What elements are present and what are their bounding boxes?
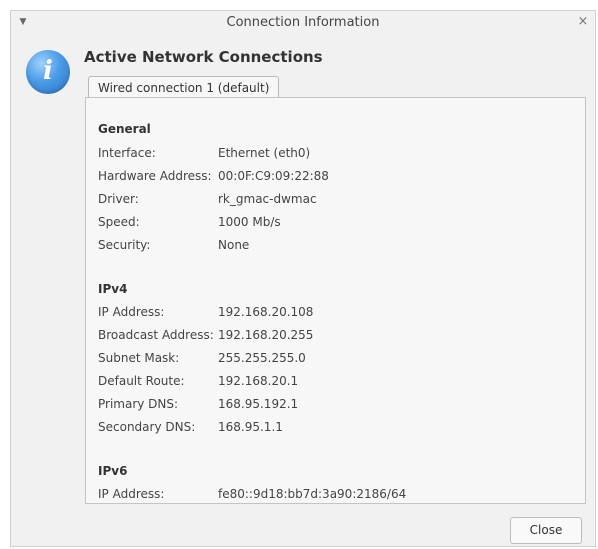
page-title: Active Network Connections: [84, 48, 323, 66]
row-label-subnet-mask: Subnet Mask:: [98, 351, 180, 365]
row-value-speed: 1000 Mb/s: [218, 215, 281, 229]
title-bar[interactable]: ▼ Connection Information ×: [11, 11, 595, 35]
connection-details-panel: General Interface: Ethernet (eth0) Hardw…: [85, 97, 586, 504]
row-value-driver: rk_gmac-dwmac: [218, 192, 317, 206]
row-value-secondary-dns: 168.95.1.1: [218, 420, 283, 434]
row-value-default-route: 192.168.20.1: [218, 374, 299, 388]
row-value-subnet-mask: 255.255.255.0: [218, 351, 306, 365]
window-title: Connection Information: [226, 15, 380, 30]
row-value-primary-dns: 168.95.192.1: [218, 397, 299, 411]
row-label-default-route: Default Route:: [98, 374, 185, 388]
section-title-ipv4: IPv4: [98, 282, 128, 296]
row-label-speed: Speed:: [98, 215, 140, 229]
row-label-primary-dns: Primary DNS:: [98, 397, 179, 411]
row-label-driver: Driver:: [98, 192, 139, 206]
row-label-ipv6-address: IP Address:: [98, 487, 165, 501]
row-label-broadcast-address: Broadcast Address:: [98, 328, 214, 342]
info-icon: i: [26, 50, 70, 94]
row-value-interface: Ethernet (eth0): [218, 146, 311, 160]
tab-wired-connection[interactable]: Wired connection 1 (default): [88, 76, 280, 98]
row-value-hardware-address: 00:0F:C9:09:22:88: [218, 169, 329, 183]
section-title-ipv6: IPv6: [98, 464, 128, 478]
row-label-secondary-dns: Secondary DNS:: [98, 420, 196, 434]
section-title-general: General: [98, 122, 151, 136]
row-value-ipv6-address: fe80::9d18:bb7d:3a90:2186/64: [218, 487, 407, 501]
close-icon[interactable]: ×: [575, 14, 591, 30]
row-value-security: None: [218, 238, 250, 252]
row-label-security: Security:: [98, 238, 151, 252]
row-value-broadcast-address: 192.168.20.255: [218, 328, 314, 342]
row-value-ip-address: 192.168.20.108: [218, 305, 314, 319]
connection-info-dialog: ▼ Connection Information × i Active Netw…: [10, 10, 596, 547]
row-label-interface: Interface:: [98, 146, 156, 160]
close-button[interactable]: Close: [510, 517, 582, 544]
row-label-ip-address: IP Address:: [98, 305, 165, 319]
row-label-hardware-address: Hardware Address:: [98, 169, 212, 183]
info-glyph: i: [43, 56, 53, 86]
